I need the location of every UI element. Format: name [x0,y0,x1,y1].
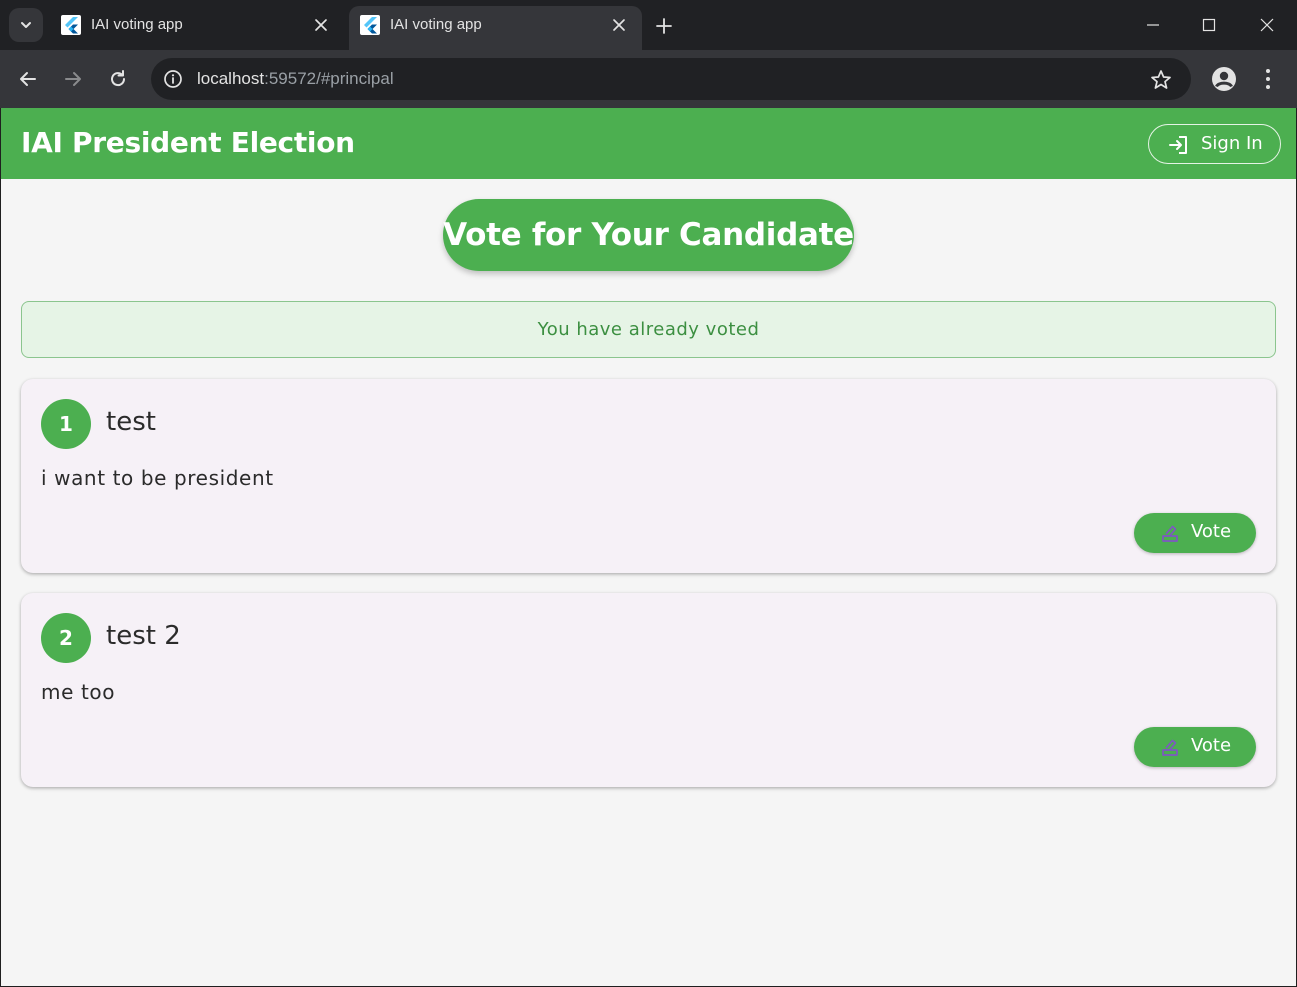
candidate-card: 1 test i want to be president Vote [21,379,1276,573]
vote-button[interactable]: Vote [1134,727,1256,767]
reload-icon [111,70,126,87]
page-title: IAI President Election [21,126,355,159]
tab-title: IAI voting app [390,16,482,33]
minimize-icon [1147,24,1159,26]
candidate-card: 2 test 2 me too Vote [21,593,1276,787]
reload-button[interactable] [105,66,131,92]
info-icon[interactable] [162,68,184,90]
plus-icon [656,18,672,34]
web-page: IAI President Election Sign In Vote for … [1,108,1296,986]
minimize-button[interactable] [1140,12,1166,38]
tab-title: IAI voting app [91,16,183,33]
chevron-down-icon [21,22,31,28]
browser-toolbar: localhost:59572/#principal [0,50,1297,108]
close-icon [1260,18,1274,32]
arrow-left-icon [20,72,36,86]
app-bar: IAI President Election Sign In [1,108,1296,179]
browser-tab-2[interactable]: IAI voting app [349,6,642,50]
arrow-right-icon [65,72,81,86]
star-icon[interactable] [1149,68,1173,92]
candidate-number-badge: 2 [41,613,91,663]
ballot-icon [1162,739,1178,756]
vote-label: Vote [1191,735,1232,756]
already-voted-notice: You have already voted [21,301,1276,358]
url-text: localhost:59572/#principal [197,69,394,89]
url-path: :59572/#principal [264,69,394,88]
person-icon[interactable] [1210,65,1238,93]
tab-search-button[interactable] [9,8,43,42]
headline-text: Vote for Your Candidate [443,217,854,253]
candidate-number: 2 [59,626,73,650]
address-bar[interactable]: localhost:59572/#principal [151,58,1191,100]
close-icon[interactable] [609,15,629,35]
tab-strip: IAI voting app IAI voting app [0,0,1297,50]
kebab-icon[interactable] [1256,65,1280,93]
browser-tab-1[interactable]: IAI voting app [50,0,343,50]
sign-in-label: Sign In [1201,133,1263,154]
new-tab-button[interactable] [652,14,676,38]
close-icon[interactable] [311,15,331,35]
candidate-description: i want to be president [41,466,274,490]
candidate-name: test 2 [106,621,181,651]
back-button[interactable] [15,66,41,92]
ballot-icon [1162,525,1178,542]
forward-button[interactable] [60,66,86,92]
sign-in-button[interactable]: Sign In [1148,124,1281,164]
maximize-button[interactable] [1196,12,1222,38]
notice-text: You have already voted [537,319,760,340]
vote-headline-banner: Vote for Your Candidate [443,199,854,271]
login-icon [1169,136,1187,154]
candidate-number-badge: 1 [41,399,91,449]
maximize-icon [1202,18,1216,32]
candidate-name: test [106,407,156,437]
vote-label: Vote [1191,521,1232,542]
flutter-icon [61,15,81,35]
close-window-button[interactable] [1254,12,1280,38]
candidate-number: 1 [59,412,73,436]
candidate-description: me too [41,680,116,704]
flutter-icon [360,15,380,35]
url-host: localhost [197,69,265,88]
vote-button[interactable]: Vote [1134,513,1256,553]
